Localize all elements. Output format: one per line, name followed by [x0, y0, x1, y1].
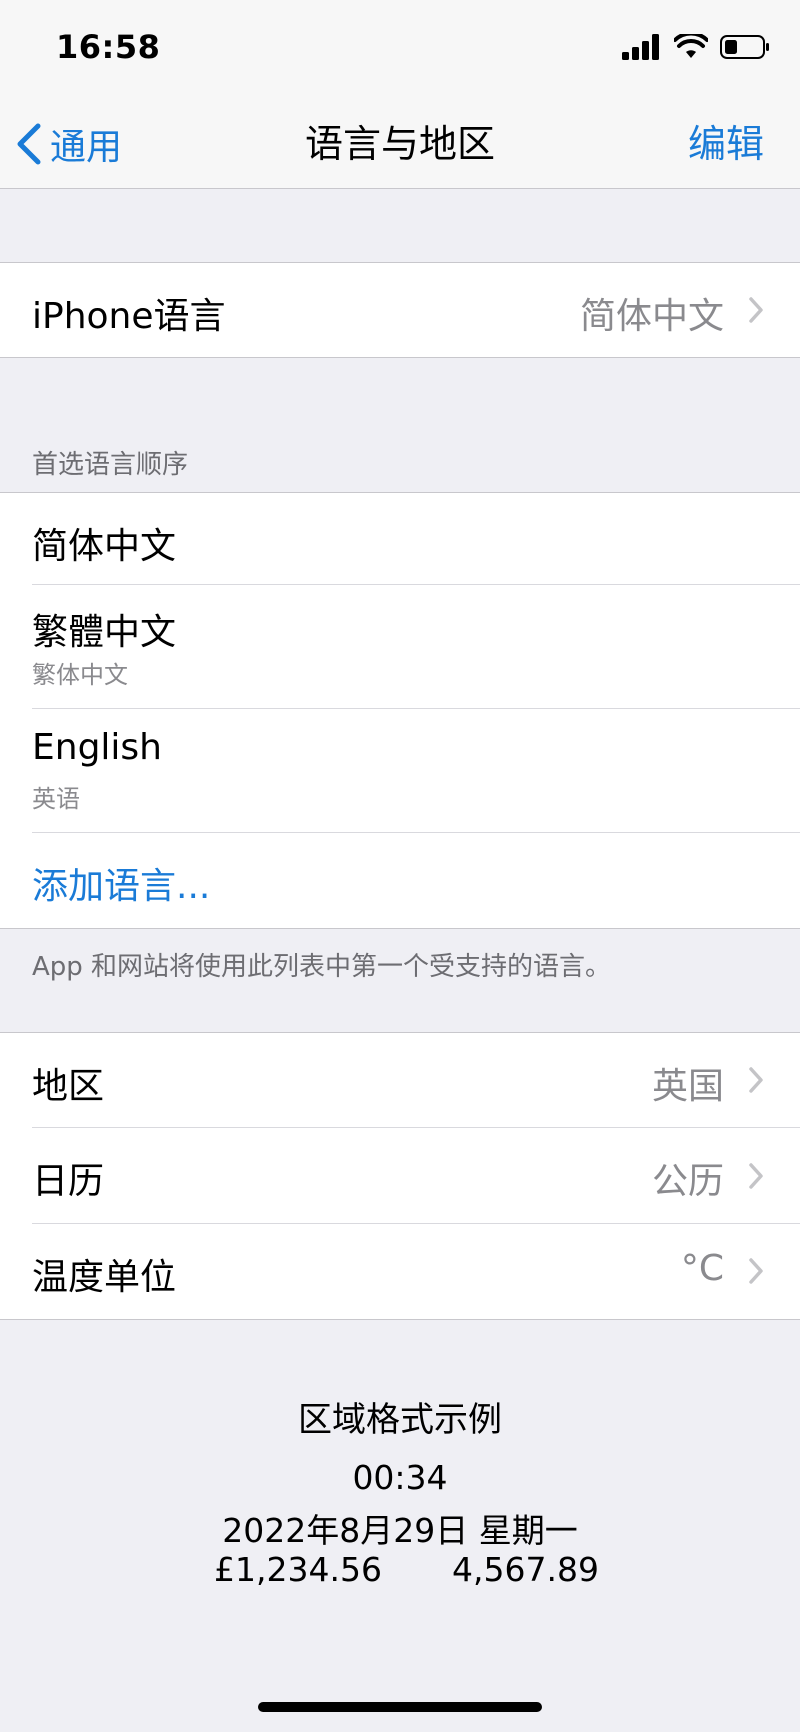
- format-example-time: 00:34: [352, 1458, 448, 1497]
- status-icons: [622, 34, 770, 60]
- region-settings-group: 地区 英国 日历 公历 温度单位 °C: [0, 1032, 800, 1320]
- add-language-button[interactable]: 添加语言...: [32, 857, 210, 909]
- chevron-right-icon: [749, 297, 763, 323]
- format-example-currency: £1,234.56: [214, 1550, 382, 1589]
- region-row[interactable]: 地区 英国: [0, 1033, 800, 1128]
- iphone-language-row[interactable]: iPhone语言 简体中文: [0, 263, 800, 357]
- preferred-languages-header: 首选语言顺序: [32, 450, 189, 480]
- preferred-languages-footer: App 和网站将使用此列表中第一个受支持的语言。: [32, 952, 612, 982]
- temperature-unit-label: 温度单位: [32, 1257, 177, 1298]
- iphone-language-group: iPhone语言 简体中文: [0, 262, 800, 358]
- calendar-label: 日历: [32, 1161, 105, 1202]
- language-row-english[interactable]: English 英语: [0, 709, 800, 833]
- language-name: English: [32, 727, 162, 768]
- language-subtitle: 英语: [32, 785, 80, 813]
- iphone-language-value: 简体中文: [579, 296, 724, 337]
- edit-button[interactable]: 编辑: [688, 116, 764, 172]
- chevron-right-icon: [749, 1258, 763, 1284]
- language-row-simplified-chinese[interactable]: 简体中文: [0, 493, 800, 585]
- preferred-languages-group: 简体中文 繁體中文 繁体中文 English 英语 添加语言...: [0, 492, 800, 929]
- status-bar: 16:58: [0, 0, 800, 100]
- format-example-number: 4,567.89: [452, 1550, 599, 1589]
- wifi-icon: [674, 34, 708, 58]
- navigation-bar: 通用 语言与地区 编辑: [0, 100, 800, 189]
- calendar-row[interactable]: 日历 公历: [0, 1128, 800, 1224]
- temperature-unit-value: °C: [680, 1248, 724, 1289]
- calendar-value: 公历: [651, 1161, 724, 1202]
- status-time: 16:58: [56, 28, 161, 66]
- language-name: 繁體中文: [32, 612, 177, 653]
- page-title: 语言与地区: [304, 122, 495, 166]
- language-row-traditional-chinese[interactable]: 繁體中文 繁体中文: [0, 585, 800, 709]
- chevron-right-icon: [749, 1067, 763, 1093]
- cellular-signal-icon: [622, 34, 659, 60]
- language-subtitle: 繁体中文: [32, 661, 128, 689]
- region-label: 地区: [32, 1066, 105, 1107]
- battery-icon: [720, 35, 769, 59]
- home-indicator[interactable]: [258, 1702, 542, 1712]
- region-value: 英国: [651, 1066, 724, 1107]
- add-language-row[interactable]: 添加语言...: [0, 833, 800, 927]
- chevron-right-icon: [749, 1163, 763, 1189]
- iphone-language-label: iPhone语言: [32, 296, 226, 337]
- language-name: 简体中文: [32, 526, 177, 567]
- temperature-unit-row[interactable]: 温度单位 °C: [0, 1224, 800, 1319]
- format-example-date: 2022年8月29日 星期一: [222, 1511, 578, 1550]
- format-example-title: 区域格式示例: [298, 1400, 502, 1440]
